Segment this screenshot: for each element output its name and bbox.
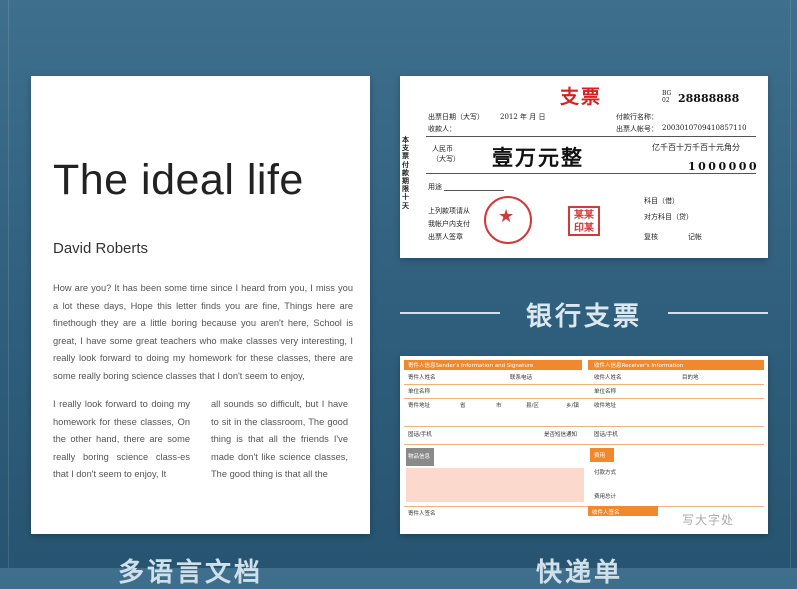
row-line: [404, 444, 764, 445]
star-icon: ★: [498, 206, 515, 227]
receiver-phone-label: 固话/手机: [594, 432, 618, 438]
row-line: [404, 384, 764, 385]
cheque-line3: 出票人签章: [428, 233, 463, 241]
sender-header: 寄件人信息Sender's Information and Signature: [408, 363, 534, 369]
document-title: The ideal life: [53, 156, 304, 204]
phone-label: 固话/手机: [408, 432, 432, 438]
cheque-amount-digits: 1000000: [688, 160, 760, 173]
cheque-account-value: 2003010709410857110: [662, 124, 747, 132]
row-line: [404, 506, 764, 507]
cheque-card: 支票 BG 02 28888888 本支票付款期限十天 出票日期（大写） 201…: [400, 76, 768, 258]
document-paragraph: How are you? It has been some time since…: [53, 283, 353, 381]
cheque-book-label: 记帐: [688, 233, 702, 241]
cheque-date-label: 出票日期（大写）: [428, 113, 484, 121]
company-label: 单位名称: [408, 389, 431, 395]
address-label: 寄件地址: [408, 403, 431, 409]
express-waybill-card: 寄件人信息Sender's Information and Signature …: [400, 356, 768, 534]
sender-sign-label: 寄件人签名: [408, 511, 436, 517]
cheque-units: 亿千百十万千百十元角分: [652, 143, 740, 152]
total-label: 费用总计: [594, 494, 617, 500]
name-seal-stamp: 某某印某: [568, 206, 600, 236]
contact-label: 联系电话: [510, 375, 533, 381]
notice-panel: [406, 468, 584, 502]
document-card: The ideal life David Roberts How are you…: [31, 76, 370, 534]
cheque-bank-label: 付款行名称：: [616, 113, 658, 121]
town-label: 乡/镇: [566, 403, 579, 409]
cheque-caption-label: 银行支票: [525, 302, 642, 332]
receiver-company-label: 单位名称: [594, 389, 617, 395]
receiver-name-label: 收件人姓名: [594, 375, 622, 381]
doc-caption: 多语言文档: [118, 558, 264, 588]
document-column-right: all sounds so difficult, but I have to s…: [211, 399, 348, 480]
cheque-number: 28888888: [678, 92, 740, 105]
sms-label: 是否短信通知: [544, 432, 578, 438]
finance-seal-stamp: ★: [484, 196, 532, 244]
cheque-line1: 上列款项请从: [428, 207, 470, 215]
divider-right: [668, 312, 768, 314]
write-hint: 写大字处: [682, 513, 735, 527]
destination-label: 目的地: [682, 375, 699, 381]
row-line: [404, 398, 764, 399]
payment-label: 付款方式: [594, 470, 617, 476]
cheque-title: 支票: [560, 86, 603, 108]
receiver-sign-label: 收件人签名: [592, 510, 620, 516]
document-author: David Roberts: [53, 240, 149, 257]
express-caption: 快递单: [536, 558, 624, 588]
city-label: 市: [496, 403, 502, 409]
cheque-review-label: 复核: [644, 233, 658, 241]
cheque-line2: 我帐户内支付: [428, 220, 470, 228]
cheque-debit-label: 科目（借）: [644, 197, 679, 205]
cheque-caption: 银行支票: [400, 296, 768, 332]
cheque-purpose-label: 用途: [428, 183, 442, 191]
province-label: 省: [460, 403, 466, 409]
cheque-credit-label: 对方科目（贷）: [644, 213, 693, 221]
county-label: 县/区: [526, 403, 539, 409]
cheque-vertical-text: 本支票付款期限十天: [402, 135, 409, 210]
cheque-amount-words: 壹万元整: [492, 145, 584, 170]
cheque-payee-label: 收款人：: [428, 125, 456, 133]
cheque-prefix: BG 02: [662, 90, 672, 104]
goods-label: 物品信息: [408, 454, 431, 460]
row-line: [404, 426, 764, 427]
cheque-account-label: 出票人帐号：: [616, 125, 658, 133]
fee-label: 费用: [594, 453, 606, 459]
document-column-left: I really look forward to doing my homewo…: [53, 399, 190, 480]
cheque-date-value: 2012 年 月 日: [500, 113, 546, 121]
sender-name-label: 寄件人姓名: [408, 375, 436, 381]
cheque-purpose-line: [444, 190, 504, 191]
receiver-header: 收件人信息Receiver's Information: [594, 363, 684, 369]
receiver-address-label: 收件地址: [594, 403, 617, 409]
cheque-currency-label: 人民币（大写）: [432, 145, 460, 163]
